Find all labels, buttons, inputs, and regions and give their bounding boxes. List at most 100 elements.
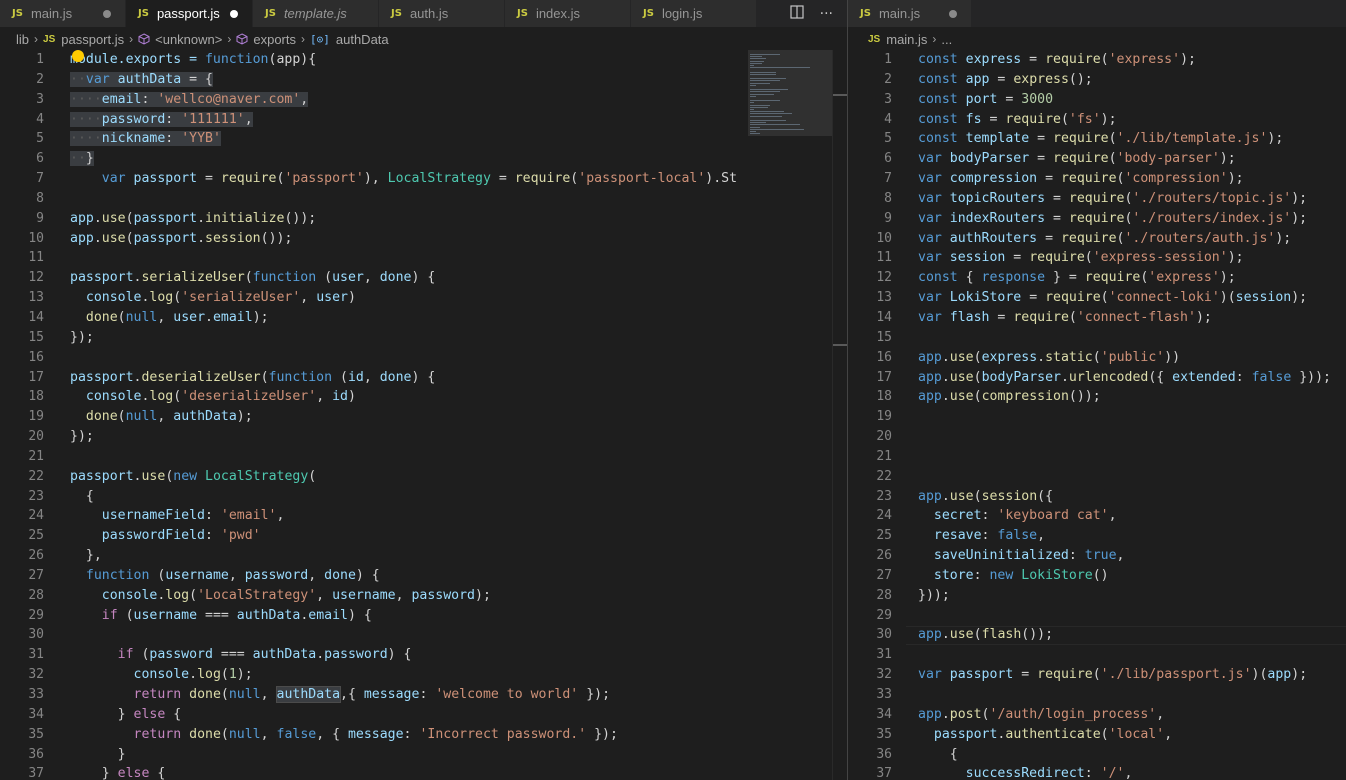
code-line[interactable]: } else { [70, 705, 737, 725]
code-line[interactable]: done(null, authData); [70, 407, 737, 427]
code-line[interactable]: app.use(passport.initialize()); [70, 209, 737, 229]
code-line[interactable]: var passport = require('passport'), Loca… [70, 169, 737, 189]
code-line[interactable]: }); [70, 427, 737, 447]
code-line[interactable] [70, 189, 737, 209]
minimap[interactable] [740, 50, 832, 780]
code-line[interactable]: ····email: 'wellco@naver.com', [70, 90, 737, 110]
code-line[interactable]: saveUninitialized: true, [918, 546, 1331, 566]
code-line[interactable] [70, 447, 737, 467]
breadcrumb-file[interactable]: JS main.js › [868, 32, 941, 47]
tab-passport-js[interactable]: JS passport.js [126, 0, 253, 27]
code-line[interactable]: ····nickname: 'YYB' [70, 129, 737, 149]
code-line[interactable]: app.use(express.static('public')) [918, 348, 1331, 368]
code-line[interactable]: { [70, 487, 737, 507]
left-code-editor[interactable]: 1 2 3 4 5 6 7 8 9 10 11 12 13 14 15 16 17 18 19 20 21 22 23 24 2… [0, 50, 847, 780]
code-line[interactable]: var session = require('express-session')… [918, 248, 1331, 268]
code-line[interactable]: console.log('LocalStrategy', username, p… [70, 586, 737, 606]
breadcrumb-unknown[interactable]: <unknown> › [138, 32, 236, 47]
code-line[interactable] [918, 685, 1331, 705]
code-line[interactable] [70, 625, 737, 645]
code-line[interactable]: { [918, 745, 1331, 765]
tab-index-js[interactable]: JS index.js [505, 0, 631, 27]
code-line[interactable]: secret: 'keyboard cat', [918, 506, 1331, 526]
code-line[interactable]: usernameField: 'email', [70, 506, 737, 526]
code-line[interactable]: const port = 3000 [918, 90, 1331, 110]
code-line[interactable]: var bodyParser = require('body-parser'); [918, 149, 1331, 169]
tab-auth-js[interactable]: JS auth.js [379, 0, 505, 27]
code-line[interactable] [918, 407, 1331, 427]
code-line[interactable]: app.post('/auth/login_process', [918, 705, 1331, 725]
code-line[interactable] [70, 348, 737, 368]
unsaved-dot-icon[interactable] [949, 9, 957, 18]
unsaved-dot-icon[interactable] [230, 9, 238, 18]
code-line[interactable]: ··} [70, 149, 737, 169]
code-line[interactable]: resave: false, [918, 526, 1331, 546]
code-line[interactable]: var topicRouters = require('./routers/to… [918, 189, 1331, 209]
code-line[interactable]: app.use(compression()); [918, 387, 1331, 407]
vertical-scrollbar[interactable] [832, 50, 847, 780]
tab-main-js[interactable]: JS main.js [848, 0, 972, 27]
breadcrumb-symbol[interactable]: [⊙] authData [310, 32, 389, 47]
lightbulb-icon[interactable] [72, 50, 84, 62]
code-line[interactable] [918, 427, 1331, 447]
code-line[interactable]: return done(null, false, { message: 'Inc… [70, 725, 737, 745]
code-line[interactable]: var flash = require('connect-flash'); [918, 308, 1331, 328]
code-line[interactable]: ····password: '111111', [70, 110, 737, 130]
code-line[interactable] [918, 467, 1331, 487]
code-line[interactable]: function (username, password, done) { [70, 566, 737, 586]
breadcrumb-exports[interactable]: exports › [236, 32, 310, 47]
breadcrumb-ellipsis[interactable]: ... [941, 32, 952, 47]
code-line[interactable]: ··var authData = { [70, 70, 737, 90]
code-line[interactable] [918, 645, 1331, 665]
code-line[interactable]: app.use(bodyParser.urlencoded({ extended… [918, 368, 1331, 388]
code-line[interactable]: successRedirect: '/', [918, 764, 1331, 780]
code-line[interactable]: var passport = require('./lib/passport.j… [918, 665, 1331, 685]
more-actions-icon[interactable]: ··· [820, 6, 833, 22]
code-line[interactable]: return done(null, authData,{ message: 'w… [70, 685, 737, 705]
code-line[interactable] [918, 606, 1331, 626]
unsaved-dot-icon[interactable] [103, 9, 111, 18]
code-line[interactable]: const fs = require('fs'); [918, 110, 1331, 130]
code-line[interactable]: if (username === authData.email) { [70, 606, 737, 626]
code-lines[interactable]: module.exports = function(app){··var aut… [70, 50, 737, 780]
code-line[interactable]: module.exports = function(app){ [70, 50, 737, 70]
code-line[interactable]: } [70, 745, 737, 765]
tab-template-js[interactable]: JS template.js [253, 0, 379, 27]
code-line[interactable]: app.use(flash()); [918, 625, 1331, 645]
code-line[interactable]: } else { [70, 764, 737, 780]
code-line[interactable] [70, 248, 737, 268]
code-line[interactable]: const { response } = require('express'); [918, 268, 1331, 288]
code-line[interactable]: const express = require('express'); [918, 50, 1331, 70]
code-line[interactable]: var LokiStore = require('connect-loki')(… [918, 288, 1331, 308]
code-line[interactable]: passport.authenticate('local', [918, 725, 1331, 745]
code-line[interactable]: })); [918, 586, 1331, 606]
code-line[interactable]: var indexRouters = require('./routers/in… [918, 209, 1331, 229]
code-lines[interactable]: const express = require('express'); const… [918, 50, 1331, 780]
code-line[interactable]: app.use(session({ [918, 487, 1331, 507]
code-line[interactable]: passport.use(new LocalStrategy( [70, 467, 737, 487]
breadcrumb-file[interactable]: JS passport.js › [43, 32, 138, 47]
split-editor-icon[interactable] [790, 4, 804, 23]
code-line[interactable]: var authRouters = require('./routers/aut… [918, 229, 1331, 249]
code-line[interactable]: }, [70, 546, 737, 566]
tab-login-js[interactable]: JS login.js [631, 0, 757, 27]
tab-main-js[interactable]: JS main.js [0, 0, 126, 27]
breadcrumb-folder[interactable]: lib › [16, 32, 43, 47]
code-line[interactable]: console.log('serializeUser', user) [70, 288, 737, 308]
code-line[interactable] [918, 447, 1331, 467]
code-line[interactable]: const app = express(); [918, 70, 1331, 90]
code-line[interactable]: console.log('deserializeUser', id) [70, 387, 737, 407]
code-line[interactable]: console.log(1); [70, 665, 737, 685]
code-line[interactable]: app.use(passport.session()); [70, 229, 737, 249]
code-line[interactable]: const template = require('./lib/template… [918, 129, 1331, 149]
code-line[interactable]: passport.serializeUser(function (user, d… [70, 268, 737, 288]
code-line[interactable]: store: new LokiStore() [918, 566, 1331, 586]
code-line[interactable]: if (password === authData.password) { [70, 645, 737, 665]
code-line[interactable]: done(null, user.email); [70, 308, 737, 328]
code-line[interactable]: var compression = require('compression')… [918, 169, 1331, 189]
code-line[interactable]: }); [70, 328, 737, 348]
code-line[interactable] [918, 328, 1331, 348]
right-code-editor[interactable]: 1 2 3 4 5 6 7 8 9 10 11 12 13 14 15 16 17 18 19 20 21 22 23 24 2… [848, 50, 1346, 780]
code-line[interactable]: passwordField: 'pwd' [70, 526, 737, 546]
code-line[interactable]: passport.deserializeUser(function (id, d… [70, 368, 737, 388]
